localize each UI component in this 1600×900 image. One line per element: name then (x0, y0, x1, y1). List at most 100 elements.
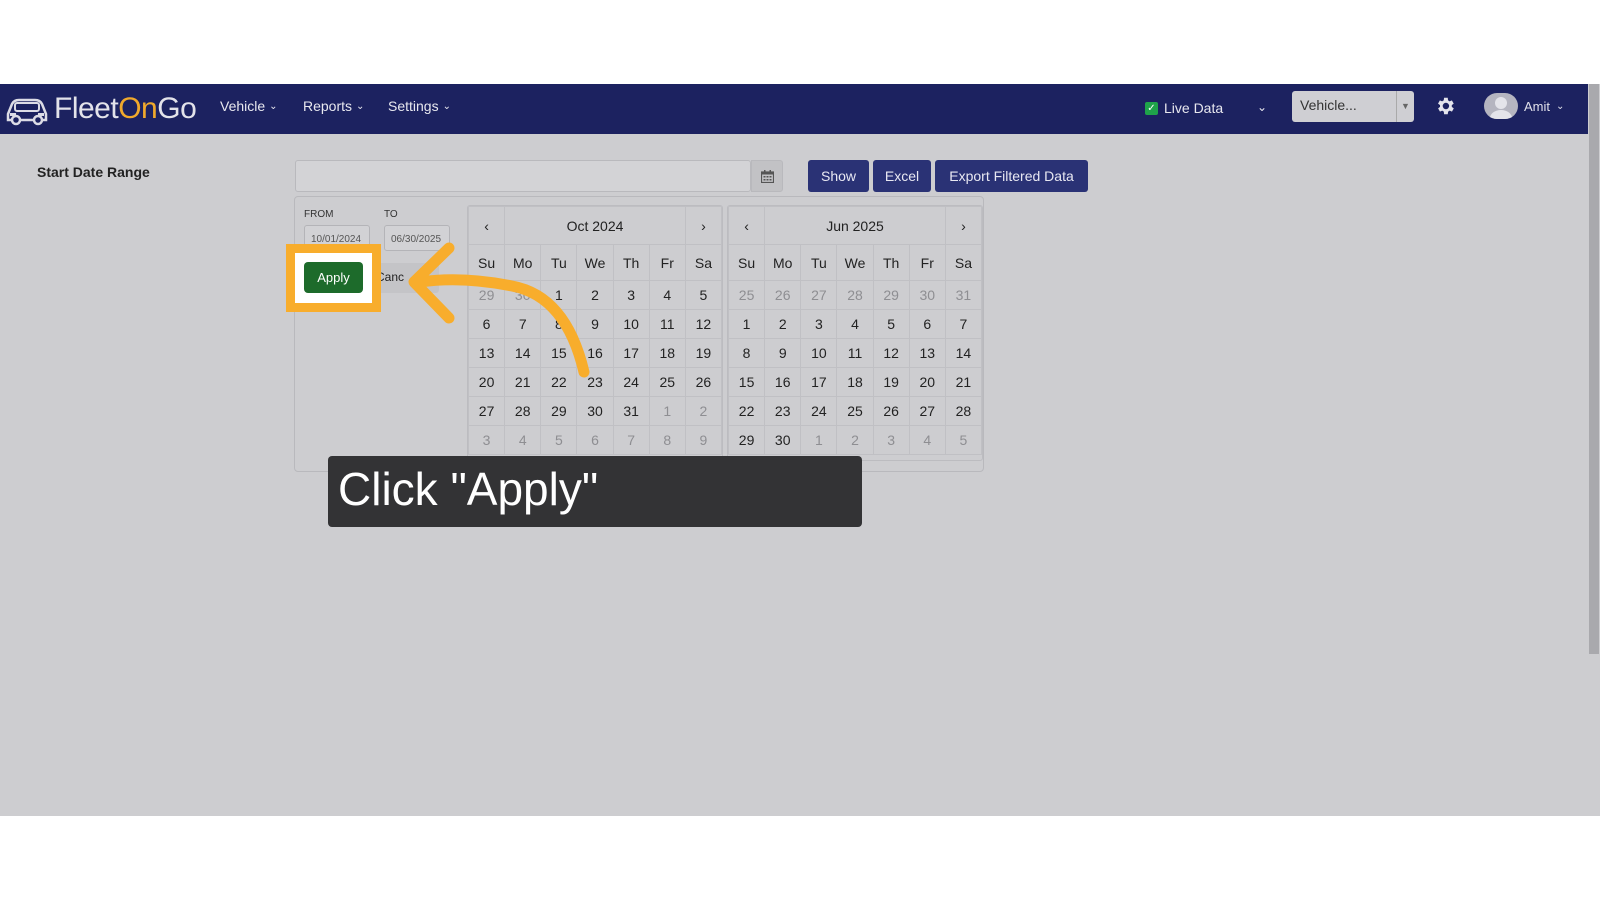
calendar-day[interactable]: 27 (467, 396, 506, 426)
calendar-day[interactable]: 17 (800, 367, 838, 397)
calendar-day[interactable]: 30 (504, 280, 542, 310)
calendar-day[interactable]: 2 (764, 309, 802, 339)
calendar-day[interactable]: 29 (872, 280, 910, 310)
calendar-day[interactable]: 26 (684, 367, 723, 397)
calendar-day[interactable]: 22 (727, 396, 766, 426)
calendar-day[interactable]: 17 (612, 338, 650, 368)
calendar-day[interactable]: 18 (648, 338, 686, 368)
calendar-day[interactable]: 5 (540, 425, 578, 455)
calendar-day[interactable]: 18 (836, 367, 874, 397)
calendar-day[interactable]: 20 (467, 367, 506, 397)
calendar-day[interactable]: 23 (764, 396, 802, 426)
calendar-day[interactable]: 7 (612, 425, 650, 455)
gear-icon[interactable] (1434, 95, 1456, 117)
menu-reports[interactable]: Reports ⌄ (303, 98, 364, 114)
calendar-day[interactable]: 8 (540, 309, 578, 339)
to-date-input[interactable]: 06/30/2025 (384, 225, 450, 251)
calendar-day[interactable]: 3 (872, 425, 910, 455)
calendar-day[interactable]: 5 (684, 280, 723, 310)
calendar-day[interactable]: 8 (648, 425, 686, 455)
calendar-day[interactable]: 7 (944, 309, 983, 339)
calendar-day[interactable]: 24 (612, 367, 650, 397)
calendar-day[interactable]: 28 (504, 396, 542, 426)
calendar-day[interactable]: 2 (576, 280, 614, 310)
calendar-day[interactable]: 25 (727, 280, 766, 310)
calendar-day[interactable]: 3 (467, 425, 506, 455)
calendar-day[interactable]: 1 (648, 396, 686, 426)
calendar-day[interactable]: 10 (800, 338, 838, 368)
calendar-day[interactable]: 20 (908, 367, 946, 397)
calendar-day[interactable]: 24 (800, 396, 838, 426)
calendar-day[interactable]: 4 (504, 425, 542, 455)
calendar-day[interactable]: 14 (944, 338, 983, 368)
calendar-day[interactable]: 29 (467, 280, 506, 310)
calendar-day[interactable]: 7 (504, 309, 542, 339)
calendar-day[interactable]: 21 (504, 367, 542, 397)
calendar-day[interactable]: 28 (944, 396, 983, 426)
menu-settings[interactable]: Settings ⌄ (388, 98, 451, 114)
calendar-day[interactable]: 16 (576, 338, 614, 368)
calendar-day[interactable]: 25 (836, 396, 874, 426)
calendar-day[interactable]: 2 (836, 425, 874, 455)
calendar-day[interactable]: 3 (800, 309, 838, 339)
calendar-day[interactable]: 1 (540, 280, 578, 310)
calendar-day[interactable]: 27 (908, 396, 946, 426)
calendar-day[interactable]: 11 (836, 338, 874, 368)
calendar-day[interactable]: 31 (944, 280, 983, 310)
scrollbar-thumb[interactable] (1589, 84, 1599, 654)
live-data-toggle[interactable]: ✓ Live Data (1145, 100, 1223, 116)
calendar-day[interactable]: 13 (467, 338, 506, 368)
calendar-day[interactable]: 12 (684, 309, 723, 339)
calendar-day[interactable]: 4 (908, 425, 946, 455)
calendar-day[interactable]: 9 (576, 309, 614, 339)
right-prev-month-button[interactable]: ‹ (727, 206, 766, 245)
date-range-input[interactable] (295, 160, 751, 192)
cancel-button[interactable]: Canc (373, 263, 439, 293)
calendar-day[interactable]: 30 (908, 280, 946, 310)
chevron-down-icon[interactable]: ⌄ (1257, 100, 1267, 114)
calendar-day[interactable]: 4 (648, 280, 686, 310)
calendar-day[interactable]: 29 (727, 425, 766, 455)
calendar-day[interactable]: 2 (684, 396, 723, 426)
next-month-button[interactable]: › (944, 206, 983, 245)
calendar-day[interactable]: 16 (764, 367, 802, 397)
calendar-day[interactable]: 11 (648, 309, 686, 339)
calendar-day[interactable]: 19 (872, 367, 910, 397)
calendar-day[interactable]: 9 (684, 425, 723, 455)
calendar-icon[interactable] (751, 160, 783, 192)
calendar-day[interactable]: 19 (684, 338, 723, 368)
calendar-day[interactable]: 1 (800, 425, 838, 455)
calendar-day[interactable]: 31 (612, 396, 650, 426)
checkbox-checked-icon[interactable]: ✓ (1145, 101, 1158, 115)
dropdown-arrow-icon[interactable]: ▼ (1396, 91, 1414, 122)
left-next-month-button[interactable]: › (684, 206, 723, 245)
vehicle-select[interactable]: Vehicle... ▼ (1292, 91, 1414, 122)
calendar-day[interactable]: 26 (764, 280, 802, 310)
calendar-day[interactable]: 26 (872, 396, 910, 426)
calendar-day[interactable]: 12 (872, 338, 910, 368)
calendar-day[interactable]: 21 (944, 367, 983, 397)
menu-vehicle[interactable]: Vehicle ⌄ (220, 98, 278, 114)
calendar-day[interactable]: 29 (540, 396, 578, 426)
user-menu[interactable]: Amit ⌄ (1484, 93, 1564, 119)
calendar-day[interactable]: 10 (612, 309, 650, 339)
calendar-day[interactable]: 4 (836, 309, 874, 339)
calendar-day[interactable]: 5 (944, 425, 983, 455)
calendar-day[interactable]: 27 (800, 280, 838, 310)
export-filtered-data-button[interactable]: Export Filtered Data (935, 160, 1088, 192)
calendar-day[interactable]: 22 (540, 367, 578, 397)
calendar-day[interactable]: 9 (764, 338, 802, 368)
calendar-day[interactable]: 13 (908, 338, 946, 368)
calendar-day[interactable]: 30 (764, 425, 802, 455)
vertical-scrollbar[interactable] (1588, 84, 1600, 816)
calendar-day[interactable]: 6 (908, 309, 946, 339)
calendar-day[interactable]: 5 (872, 309, 910, 339)
calendar-day[interactable]: 1 (727, 309, 766, 339)
calendar-day[interactable]: 28 (836, 280, 874, 310)
fleetongo-logo[interactable]: FleetOnGo (4, 90, 197, 128)
prev-month-button[interactable]: ‹ (467, 206, 506, 245)
calendar-day[interactable]: 8 (727, 338, 766, 368)
calendar-day[interactable]: 23 (576, 367, 614, 397)
excel-button[interactable]: Excel (873, 160, 931, 192)
calendar-day[interactable]: 15 (727, 367, 766, 397)
